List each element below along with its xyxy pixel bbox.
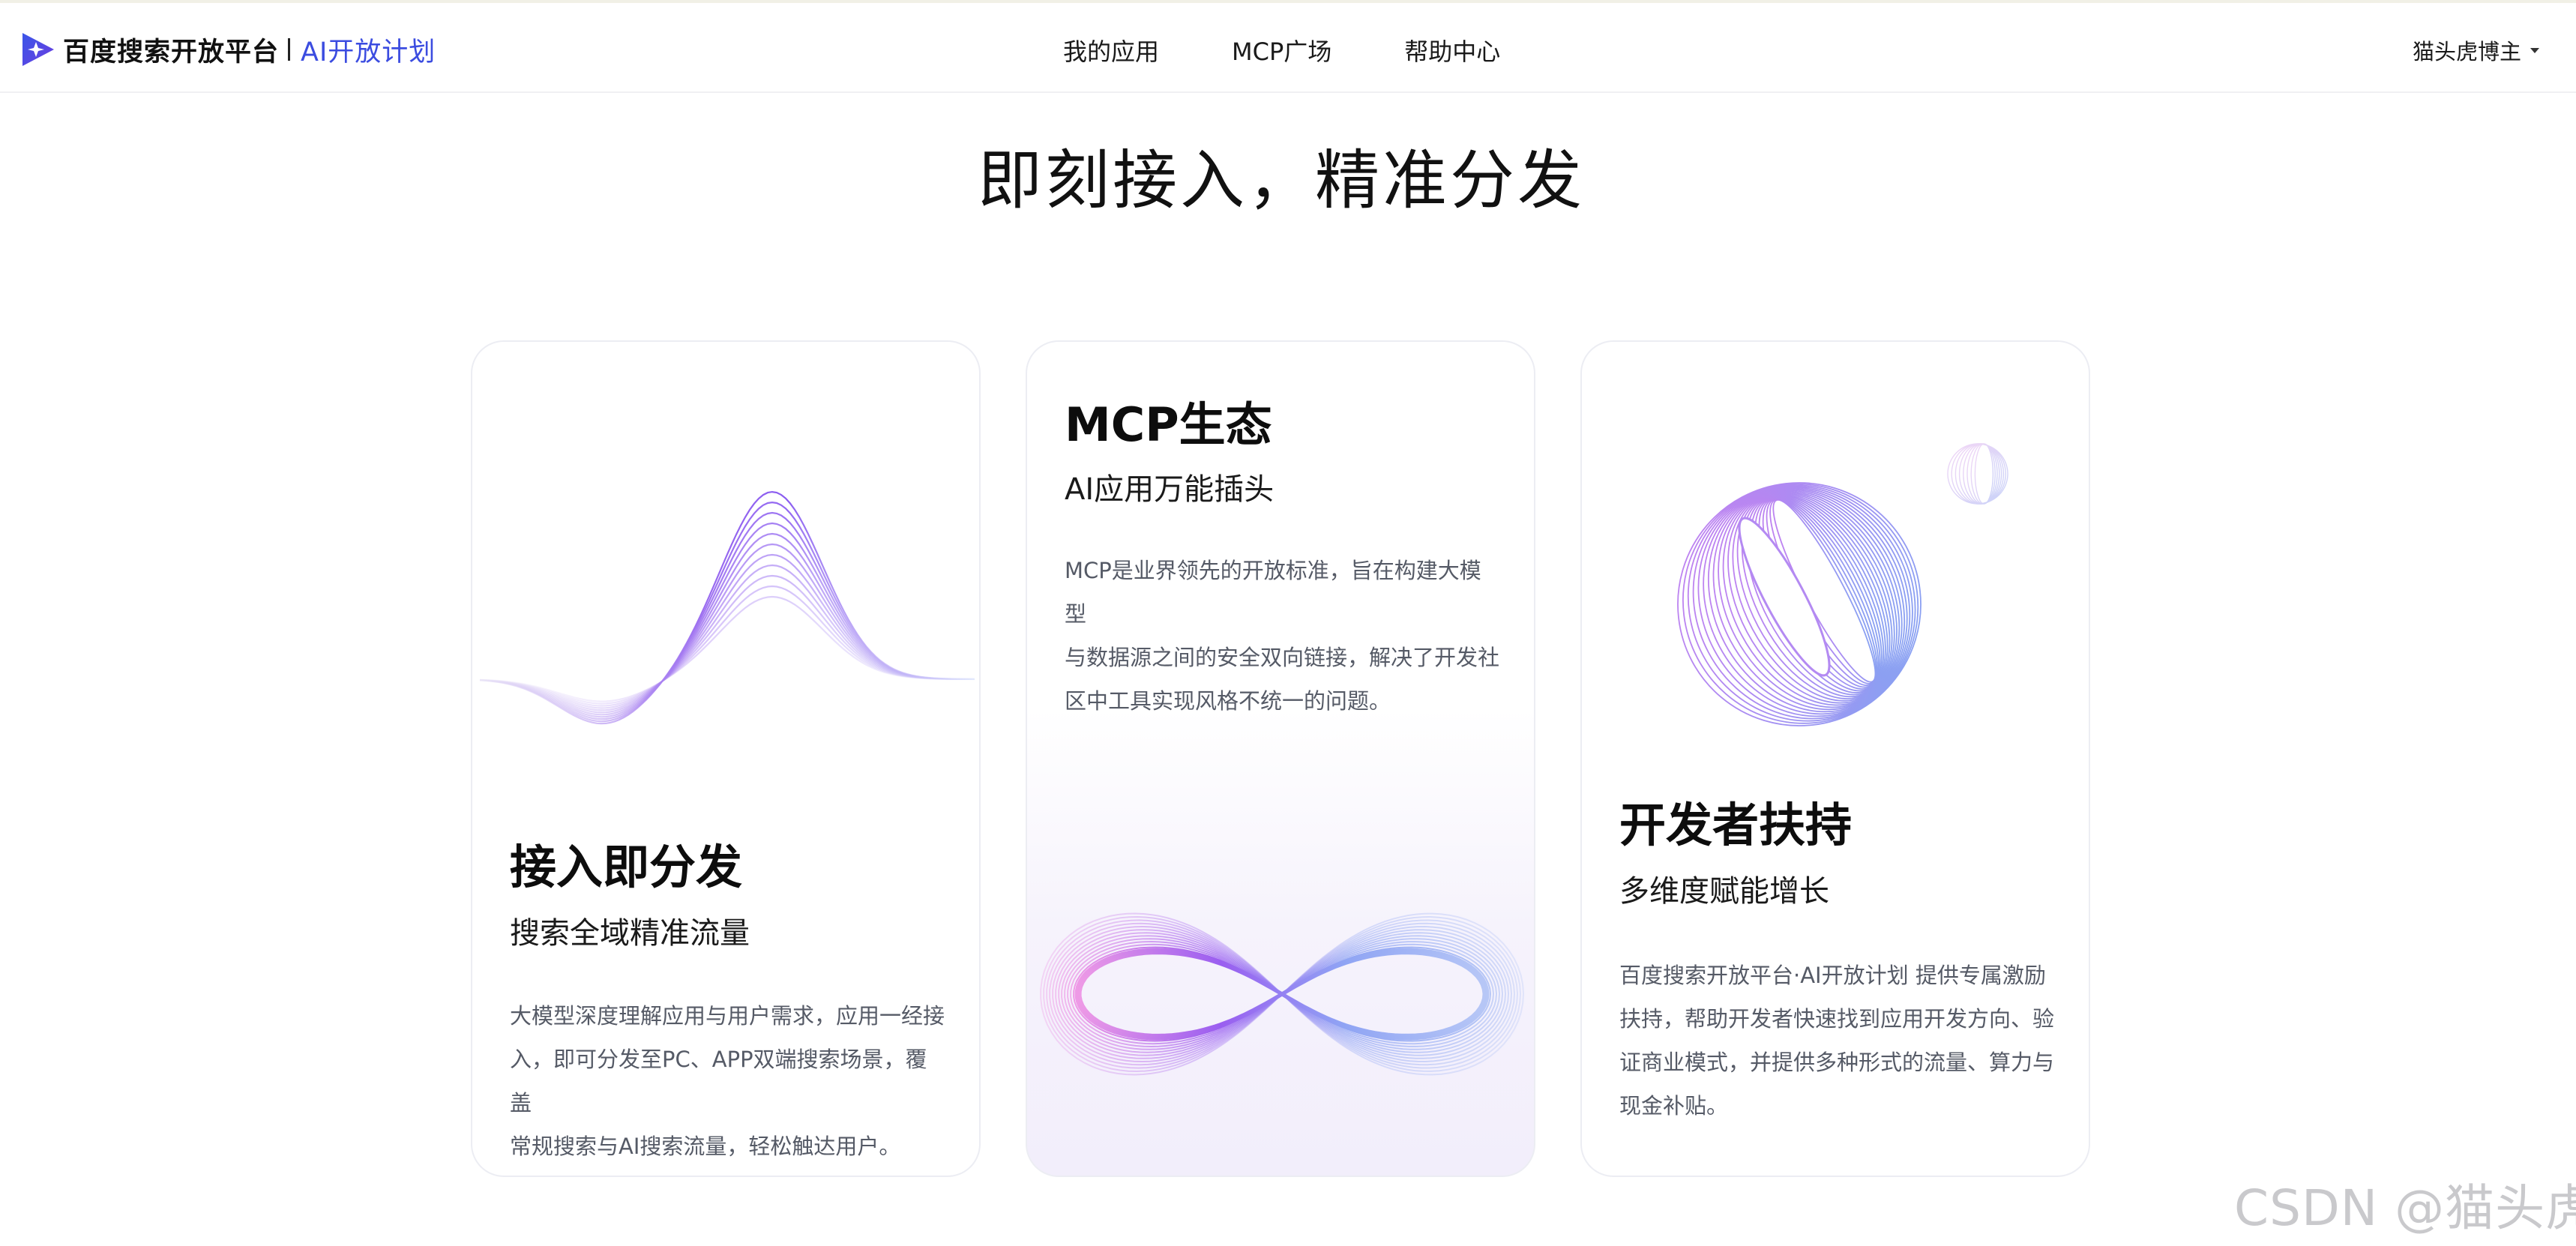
card-desc-line: 常规搜索与AI搜索流量，轻松触达用户。 <box>510 1134 901 1159</box>
card-description: 百度搜索开放平台·AI开放计划 提供专属激励 扶持，帮助开发者快速找到应用开发方… <box>1619 954 2054 1128</box>
card-desc-line: 入，即可分发至PC、APP双端搜索场景，覆盖 <box>510 1047 927 1116</box>
small-sphere-ring <box>1954 443 2005 505</box>
sphere-illustration <box>1677 443 2008 726</box>
wave-line <box>479 595 975 702</box>
wave-line <box>479 564 975 709</box>
feature-card-mcp: MCP生态 AI应用万能插头 MCP是业界领先的开放标准，旨在构建大模型 与数据… <box>1026 340 1535 1177</box>
caret-down-icon <box>2530 48 2540 53</box>
small-sphere-ring <box>1963 443 2000 505</box>
card-desc-line: 大模型深度理解应用与用户需求，应用一经接 <box>510 1003 945 1029</box>
card-description: 大模型深度理解应用与用户需求，应用一经接 入，即可分发至PC、APP双端搜索场景… <box>510 994 945 1168</box>
wave-line <box>479 501 975 723</box>
card-description: MCP是业界领先的开放标准，旨在构建大模型 与数据源之间的安全双向链接，解决了开… <box>1065 549 1499 723</box>
nav-help-center[interactable]: 帮助中心 <box>1404 33 1500 67</box>
wave-line <box>479 511 975 720</box>
brand-name: 百度搜索开放平台 <box>63 37 280 67</box>
feature-card-developer-support: 开发者扶持 多维度赋能增长 百度搜索开放平台·AI开放计划 提供专属激励 扶持，… <box>1580 340 2090 1177</box>
card-desc-line: 与数据源之间的安全双向链接，解决了开发社 <box>1065 645 1500 670</box>
infinity-illustration <box>1040 912 1524 1076</box>
brand-logo-link[interactable]: 百度搜索开放平台 AI开放计划 <box>19 28 436 70</box>
wave-line <box>479 553 975 711</box>
card-subtitle: 搜索全域精准流量 <box>510 916 750 951</box>
nav-mcp-plaza[interactable]: MCP广场 <box>1232 33 1331 67</box>
card-desc-line: 区中工具实现风格不统一的问题。 <box>1065 688 1391 714</box>
card-desc-line: 扶持，帮助开发者快速找到应用开发方向、验 <box>1619 1006 2055 1032</box>
brand-plan-label: AI开放计划 <box>301 37 436 67</box>
card-title: 接入即分发 <box>510 840 743 894</box>
brand-divider <box>288 38 291 61</box>
wave-illustration <box>479 490 975 725</box>
feature-card-distribution: 接入即分发 搜索全域精准流量 大模型深度理解应用与用户需求，应用一经接 入，即可… <box>471 340 981 1177</box>
user-name: 猫头虎博主 <box>2413 39 2522 64</box>
section-headline: 即刻接入，精准分发 <box>978 143 1585 218</box>
card-desc-line: 证商业模式，并提供多种形式的流量、算力与 <box>1619 1050 2055 1075</box>
card-desc-line: MCP是业界领先的开放标准，旨在构建大模型 <box>1065 558 1481 627</box>
sphere-core <box>1738 517 1831 677</box>
card-subtitle: 多维度赋能增长 <box>1619 874 1829 909</box>
card-subtitle: AI应用万能插头 <box>1065 472 1275 507</box>
nav-my-apps[interactable]: 我的应用 <box>1063 33 1159 67</box>
baidu-spark-logo-icon <box>22 33 54 66</box>
wave-line <box>479 522 975 718</box>
card-desc-line: 百度搜索开放平台·AI开放计划 提供专属激励 <box>1619 963 2046 988</box>
small-sphere-ring <box>1974 443 1994 505</box>
user-menu[interactable]: 猫头虎博主 <box>2413 33 2541 67</box>
card-title: 开发者扶持 <box>1619 798 1853 852</box>
csdn-watermark: CSDN @猫头虎 <box>2234 1179 2576 1237</box>
card-title: MCP生态 <box>1065 397 1272 452</box>
wave-line <box>479 490 975 725</box>
main-nav: 我的应用 MCP广场 帮助中心 <box>1063 31 1500 69</box>
card-desc-line: 现金补贴。 <box>1619 1093 1729 1119</box>
top-navbar: 百度搜索开放平台 AI开放计划 我的应用 MCP广场 帮助中心 猫头虎博主 <box>0 3 2576 93</box>
